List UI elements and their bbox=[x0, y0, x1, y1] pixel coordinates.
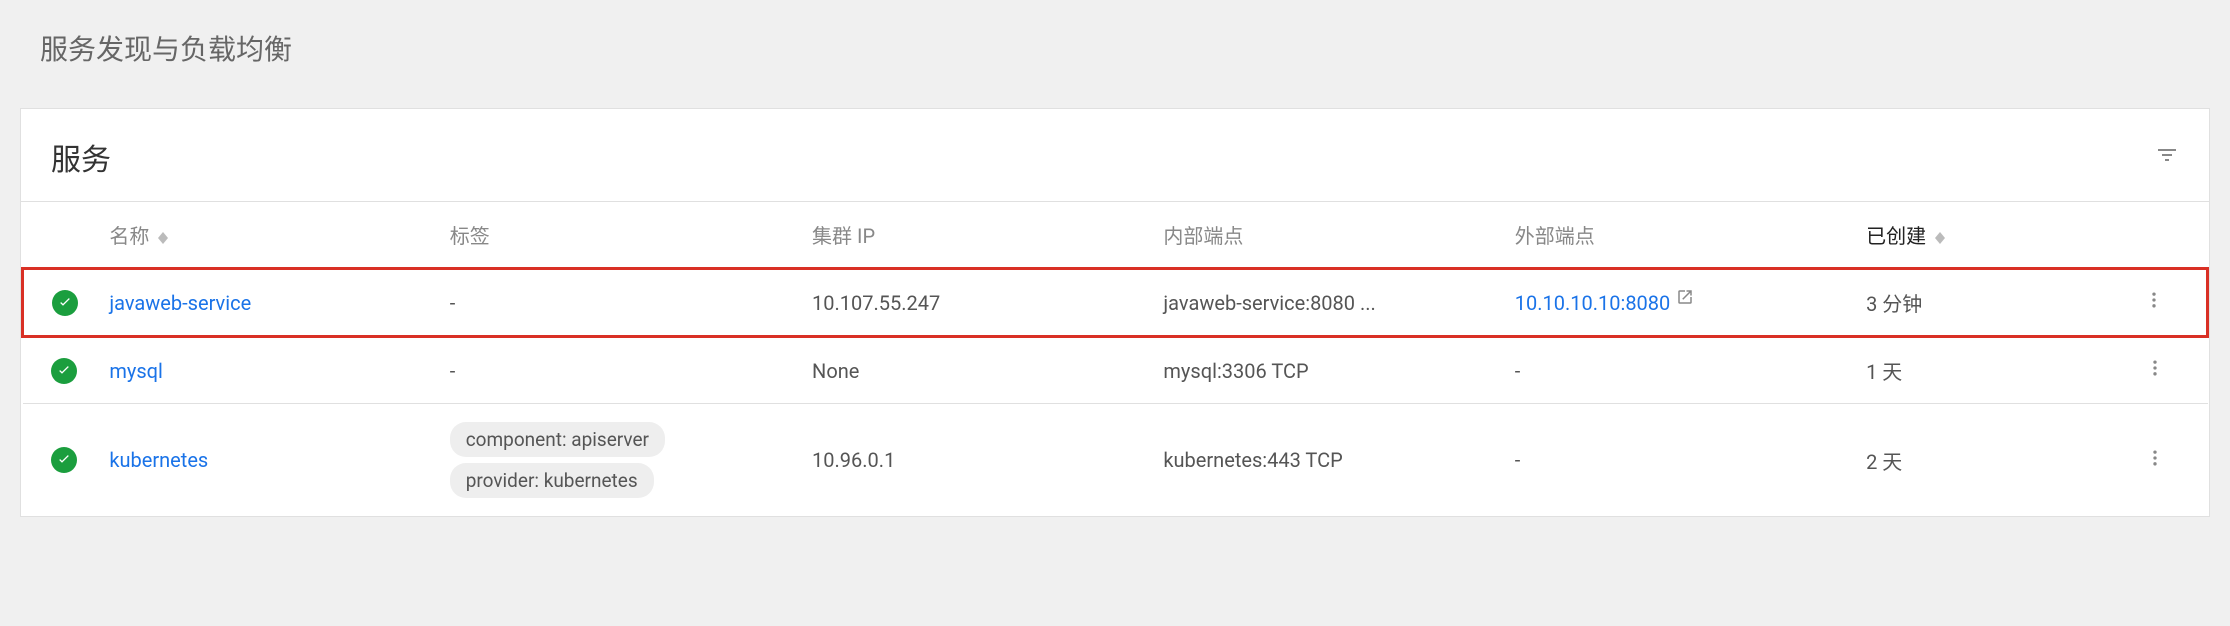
card-header: 服务 bbox=[21, 109, 2209, 202]
label-chip: provider: kubernetes bbox=[450, 463, 654, 498]
status-cell bbox=[23, 337, 100, 404]
header-name[interactable]: 名称 bbox=[99, 202, 439, 269]
internal-cell: kubernetes:443 TCP bbox=[1153, 404, 1504, 517]
name-cell: kubernetes bbox=[99, 404, 439, 517]
status-cell bbox=[23, 269, 100, 337]
sort-icon bbox=[158, 232, 168, 244]
actions-cell bbox=[2120, 269, 2208, 337]
external-endpoint: 10.10.10.10:8080 bbox=[1515, 291, 1695, 315]
table-header-row: 名称 标签 集群 IP 内部端点 外部端点 已创建 bbox=[23, 202, 2208, 269]
service-link[interactable]: mysql bbox=[109, 359, 163, 383]
check-circle-icon bbox=[51, 447, 77, 473]
table-row: kubernetes component: apiserver provider: … bbox=[23, 404, 2208, 517]
external-link[interactable]: 10.10.10.10:8080 bbox=[1515, 291, 1671, 315]
status-cell bbox=[23, 404, 100, 517]
external-link-icon[interactable] bbox=[1676, 287, 1694, 311]
external-cell: - bbox=[1505, 337, 1856, 404]
created-cell: 3 分钟 bbox=[1856, 269, 2120, 337]
labels-cell: - bbox=[440, 337, 802, 404]
table-row: javaweb-service -10.107.55.247javaweb-ser… bbox=[23, 269, 2208, 337]
filter-icon[interactable] bbox=[2155, 143, 2179, 172]
header-internal: 内部端点 bbox=[1153, 202, 1504, 269]
labels-cell: component: apiserver provider: kubernetes bbox=[440, 404, 802, 517]
internal-cell: mysql:3306 TCP bbox=[1153, 337, 1504, 404]
services-table: 名称 标签 集群 IP 内部端点 外部端点 已创建 bbox=[21, 202, 2209, 516]
header-labels: 标签 bbox=[440, 202, 802, 269]
header-status bbox=[23, 202, 100, 269]
internal-cell: javaweb-service:8080 ... bbox=[1153, 269, 1504, 337]
label-chip: component: apiserver bbox=[450, 422, 665, 457]
external-cell: - bbox=[1505, 404, 1856, 517]
labels-container: component: apiserver provider: kubernetes bbox=[450, 422, 792, 498]
created-cell: 1 天 bbox=[1856, 337, 2120, 404]
sort-icon bbox=[1935, 232, 1945, 244]
more-vert-icon[interactable] bbox=[2145, 359, 2165, 383]
service-link[interactable]: kubernetes bbox=[109, 448, 208, 472]
cluster-ip-cell: None bbox=[802, 337, 1153, 404]
table-row: mysql-Nonemysql:3306 TCP-1 天 bbox=[23, 337, 2208, 404]
created-cell: 2 天 bbox=[1856, 404, 2120, 517]
header-name-label: 名称 bbox=[109, 224, 149, 248]
page-title: 服务发现与负载均衡 bbox=[0, 0, 2230, 88]
header-created[interactable]: 已创建 bbox=[1856, 202, 2120, 269]
more-vert-icon[interactable] bbox=[2145, 449, 2165, 473]
header-created-label: 已创建 bbox=[1866, 224, 1926, 248]
services-card: 服务 名称 标签 集群 IP 内部端点 外部端点 已创建 bbox=[20, 108, 2210, 517]
header-cluster-ip: 集群 IP bbox=[802, 202, 1153, 269]
cluster-ip-cell: 10.107.55.247 bbox=[802, 269, 1153, 337]
actions-cell bbox=[2120, 404, 2208, 517]
service-link[interactable]: javaweb-service bbox=[109, 291, 251, 315]
cluster-ip-cell: 10.96.0.1 bbox=[802, 404, 1153, 517]
external-cell: 10.10.10.10:8080 bbox=[1505, 269, 1856, 337]
name-cell: mysql bbox=[99, 337, 439, 404]
more-vert-icon[interactable] bbox=[2144, 291, 2164, 315]
labels-cell: - bbox=[440, 269, 802, 337]
name-cell: javaweb-service bbox=[99, 269, 439, 337]
check-circle-icon bbox=[51, 358, 77, 384]
actions-cell bbox=[2120, 337, 2208, 404]
header-actions bbox=[2120, 202, 2208, 269]
card-title: 服务 bbox=[51, 135, 111, 179]
check-circle-icon bbox=[52, 290, 78, 316]
header-external: 外部端点 bbox=[1505, 202, 1856, 269]
